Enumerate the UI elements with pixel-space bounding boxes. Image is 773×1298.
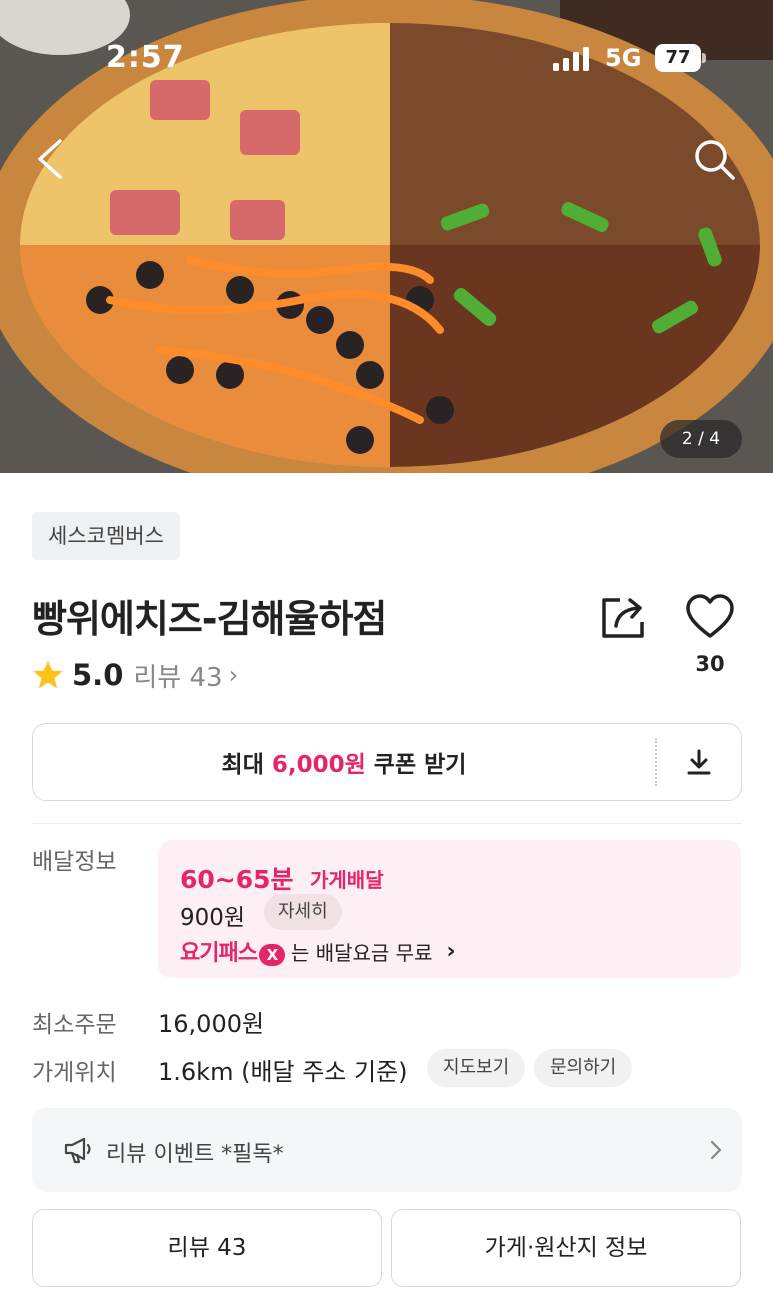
coupon-prefix: 최대 xyxy=(221,752,264,778)
chevron-left-icon[interactable] xyxy=(30,135,70,183)
battery-icon: 77 xyxy=(655,44,707,72)
image-pager: 2 / 4 xyxy=(660,420,742,458)
review-link[interactable]: 리뷰 43 xyxy=(133,657,222,694)
rating-row: 5.0 리뷰 43 › xyxy=(32,655,238,695)
reviews-tab[interactable]: 리뷰 43 xyxy=(32,1209,382,1287)
signal-icon xyxy=(553,47,589,71)
location-label: 가게위치 xyxy=(32,1060,117,1086)
status-bar: 2:57 5G 77 xyxy=(0,0,773,110)
store-info-tab[interactable]: 가게·원산지 정보 xyxy=(391,1209,741,1287)
status-time: 2:57 xyxy=(106,40,185,75)
like-count: 30 xyxy=(695,652,725,676)
chevron-right-icon: › xyxy=(446,938,456,964)
min-order-label: 최소주문 xyxy=(32,1012,117,1038)
share-icon[interactable] xyxy=(598,592,650,642)
heart-icon[interactable] xyxy=(684,592,736,642)
delivery-fee: 900원 xyxy=(180,905,246,931)
delivery-info-card: 60~65분 가게배달 900원 자세히 요기패스 X 는 배달요금 무료 › xyxy=(158,840,741,978)
megaphone-icon xyxy=(64,1137,91,1164)
min-order-value: 16,000원 xyxy=(158,1010,265,1038)
delivery-type: 가게배달 xyxy=(310,868,384,892)
map-view-button[interactable]: 지도보기 xyxy=(427,1049,526,1087)
delivery-label: 배달정보 xyxy=(32,849,117,875)
delivery-time: 60~65분 xyxy=(180,865,294,894)
coupon-button[interactable]: 최대 6,000원 쿠폰 받기 xyxy=(33,724,655,800)
coupon-banner: 최대 6,000원 쿠폰 받기 xyxy=(32,723,742,801)
download-icon xyxy=(687,749,711,775)
review-event-banner[interactable]: 리뷰 이벤트 *필독* xyxy=(32,1108,742,1192)
yogipass-link[interactable]: 요기패스 X 는 배달요금 무료 › xyxy=(180,936,456,966)
yogipass-logo-text: 요기패스 xyxy=(180,941,258,966)
inquiry-button[interactable]: 문의하기 xyxy=(534,1049,633,1087)
yogipass-x-badge: X xyxy=(258,944,285,966)
store-name: 빵위에치즈-김해율하점 xyxy=(32,597,387,641)
review-event-text: 리뷰 이벤트 *필독* xyxy=(106,1142,284,1167)
delivery-detail-button[interactable]: 자세히 xyxy=(264,894,342,930)
hero-image[interactable]: 2:57 5G 77 2 / 4 xyxy=(0,0,773,473)
search-icon[interactable] xyxy=(690,135,738,183)
coupon-suffix: 쿠폰 받기 xyxy=(373,752,467,778)
chevron-right-icon[interactable]: › xyxy=(229,661,239,689)
chevron-right-icon xyxy=(710,1140,722,1160)
star-icon xyxy=(33,661,63,689)
divider xyxy=(32,823,742,824)
location-value: 1.6km (배달 주소 기준) xyxy=(158,1058,408,1086)
coupon-download-button[interactable] xyxy=(657,724,741,800)
category-tag: 세스코멤버스 xyxy=(32,512,180,560)
yogipass-logo: 요기패스 X xyxy=(180,935,285,967)
battery-level: 77 xyxy=(655,44,701,72)
yogipass-text: 는 배달요금 무료 xyxy=(290,940,433,965)
rating-value: 5.0 xyxy=(72,658,124,692)
network-label: 5G xyxy=(605,44,642,72)
coupon-amount: 6,000원 xyxy=(271,752,366,778)
